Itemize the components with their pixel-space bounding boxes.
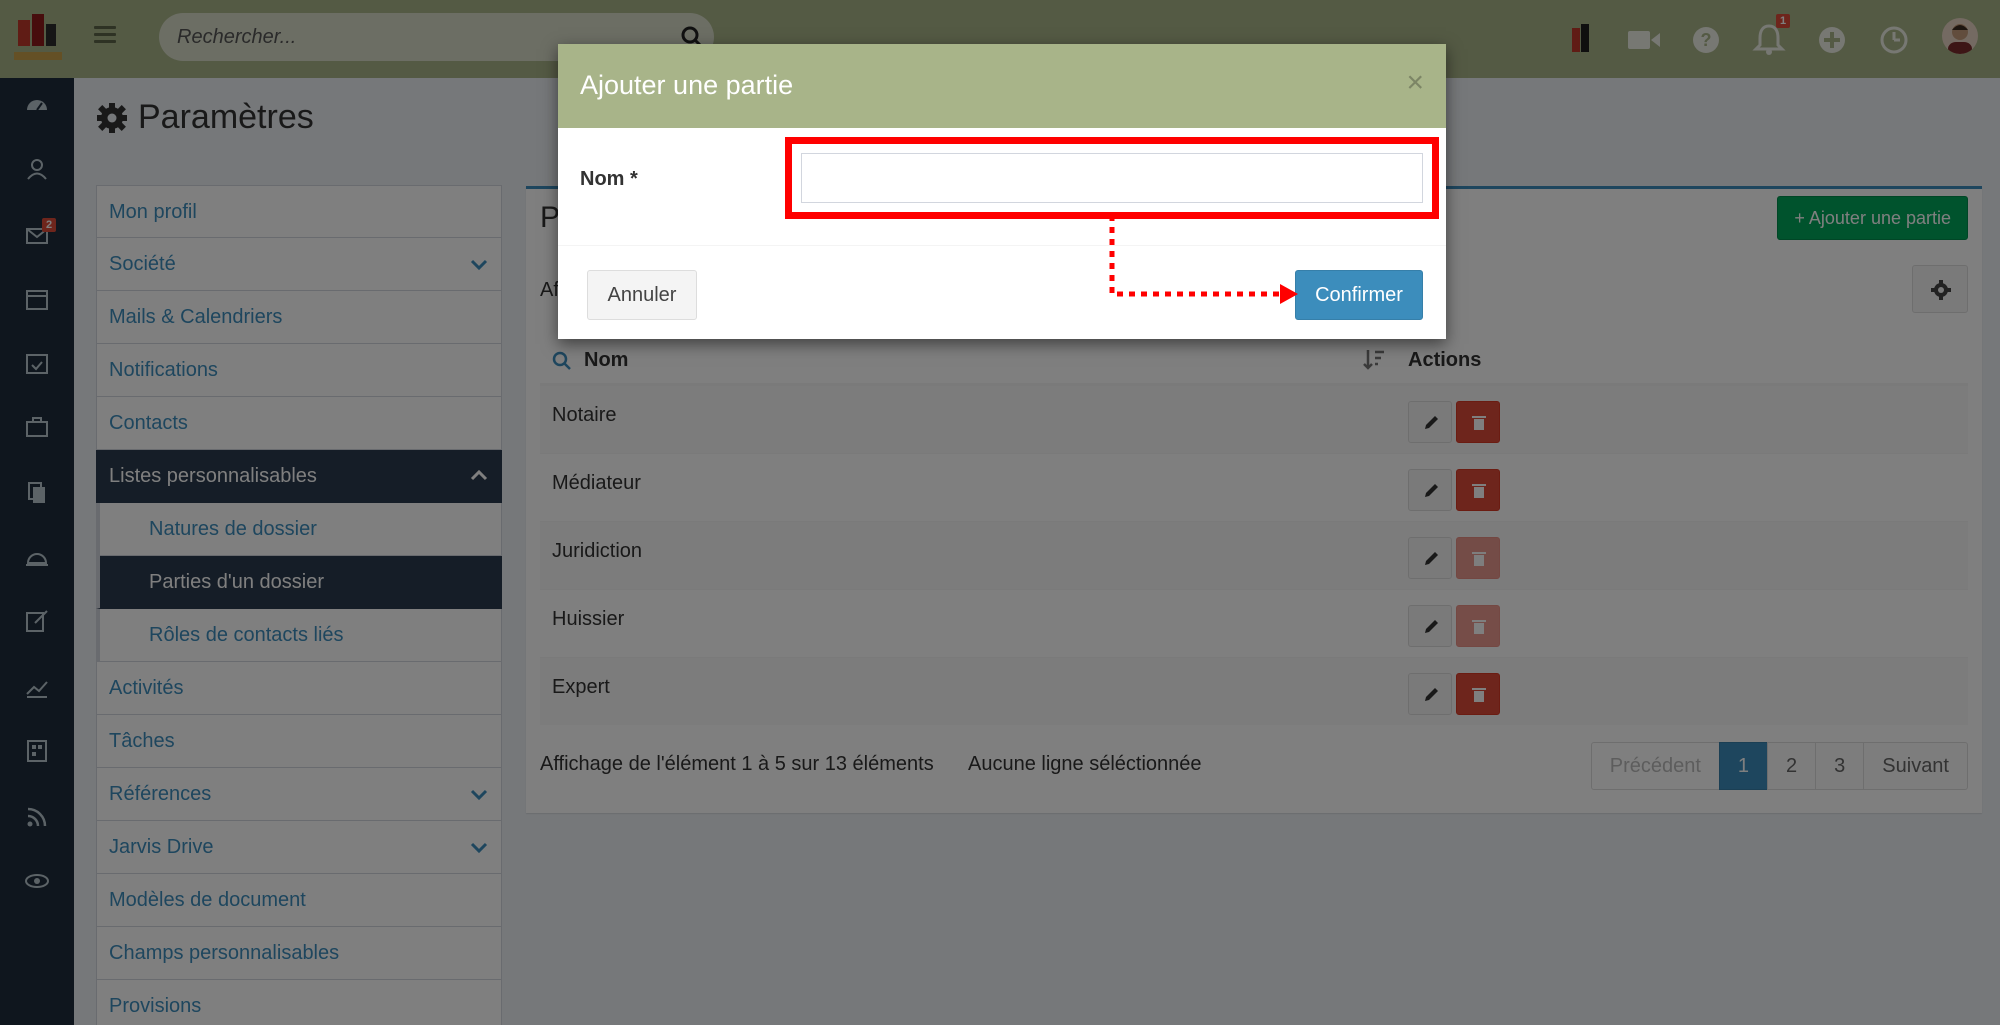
modal-title: Ajouter une partie xyxy=(580,70,794,100)
add-part-modal: Ajouter une partie × Nom * Annuler Confi… xyxy=(558,44,1446,339)
confirm-button[interactable]: Confirmer xyxy=(1295,270,1423,320)
modal-header: Ajouter une partie × xyxy=(558,44,1446,128)
modal-body: Nom * xyxy=(558,128,1446,246)
cancel-button[interactable]: Annuler xyxy=(587,270,697,320)
name-field-label: Nom * xyxy=(580,168,638,190)
modal-footer: Annuler Confirmer xyxy=(558,246,1446,338)
name-input[interactable] xyxy=(801,153,1423,203)
close-icon[interactable]: × xyxy=(1406,66,1424,100)
